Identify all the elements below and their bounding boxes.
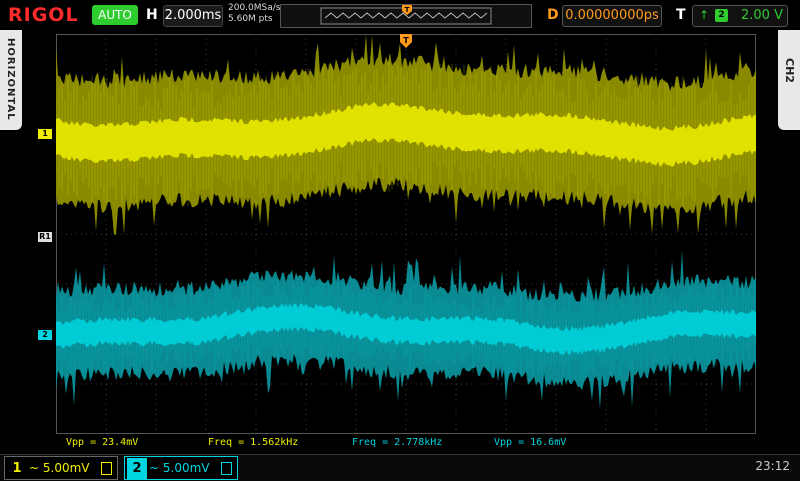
ch2-menu-tab[interactable]: CH2 <box>778 30 800 130</box>
measurement-ch2-vpp: Vpp = 16.6mV <box>494 437 567 448</box>
waveform-canvas <box>55 33 757 435</box>
rising-edge-icon: ↑ <box>699 8 710 22</box>
ch2-offset-marker[interactable]: 2 <box>38 330 52 340</box>
top-bar: RIGOL AUTO H 2.000ms 200.0MSa/s 5.60M pt… <box>0 0 800 32</box>
memory-overview-strip[interactable]: T <box>280 4 532 28</box>
system-clock: 23:12 <box>755 459 790 473</box>
ch1-bandwidth-icon <box>101 462 112 475</box>
rigol-logo: RIGOL <box>8 4 79 26</box>
memory-depth: 5.60M pts <box>228 14 273 24</box>
timebase-display[interactable]: 2.000ms <box>163 5 223 27</box>
waveform-display[interactable] <box>55 33 757 435</box>
measurement-ch1-freq: Freq = 1.562kHz <box>208 437 299 448</box>
horizontal-menu-tab[interactable]: HORIZONTAL <box>0 30 22 130</box>
bottom-status-bar: 1 ~ 5.00mV 2 ~ 5.00mV 23:12 <box>0 454 800 481</box>
svg-text:T: T <box>405 6 410 14</box>
svg-text:T: T <box>403 36 409 45</box>
ch2-scale-box[interactable]: 2 ~ 5.00mV <box>124 456 238 480</box>
trigger-position-marker[interactable]: T <box>399 34 413 54</box>
trigger-level: 2.00 V <box>741 8 783 23</box>
ch2-scale: ~ 5.00mV <box>149 461 210 475</box>
ch1-number: 1 <box>12 461 22 476</box>
ch2-tab-label: CH2 <box>783 58 796 83</box>
ch1-offset-marker[interactable]: 1 <box>38 129 52 139</box>
measurement-ch2-freq: Freq = 2.778kHz <box>352 437 443 448</box>
trigger-status[interactable]: ↑ 2 2.00 V <box>692 5 788 27</box>
ref-marker[interactable]: R1 <box>38 232 52 242</box>
acquisition-info: 200.0MSa/s 5.60M pts <box>228 3 280 25</box>
horizontal-tab-label: HORIZONTAL <box>5 38 16 121</box>
ch2-bandwidth-icon <box>221 462 232 475</box>
trigger-label: T <box>676 7 686 23</box>
ch1-scale: ~ 5.00mV <box>29 461 90 475</box>
measurement-ch1-vpp: Vpp = 23.4mV <box>66 437 139 448</box>
trigger-delay-display[interactable]: 0.00000000ps <box>562 5 662 27</box>
ch2-number: 2 <box>127 458 147 480</box>
run-mode-button[interactable]: AUTO <box>92 5 138 25</box>
ch1-scale-box[interactable]: 1 ~ 5.00mV <box>4 456 118 480</box>
horizontal-label: H <box>146 7 158 23</box>
trigger-source-badge: 2 <box>715 9 728 22</box>
delay-label: D <box>547 7 559 23</box>
sample-rate: 200.0MSa/s <box>228 3 281 13</box>
memory-strip-graphic: T <box>320 5 492 25</box>
